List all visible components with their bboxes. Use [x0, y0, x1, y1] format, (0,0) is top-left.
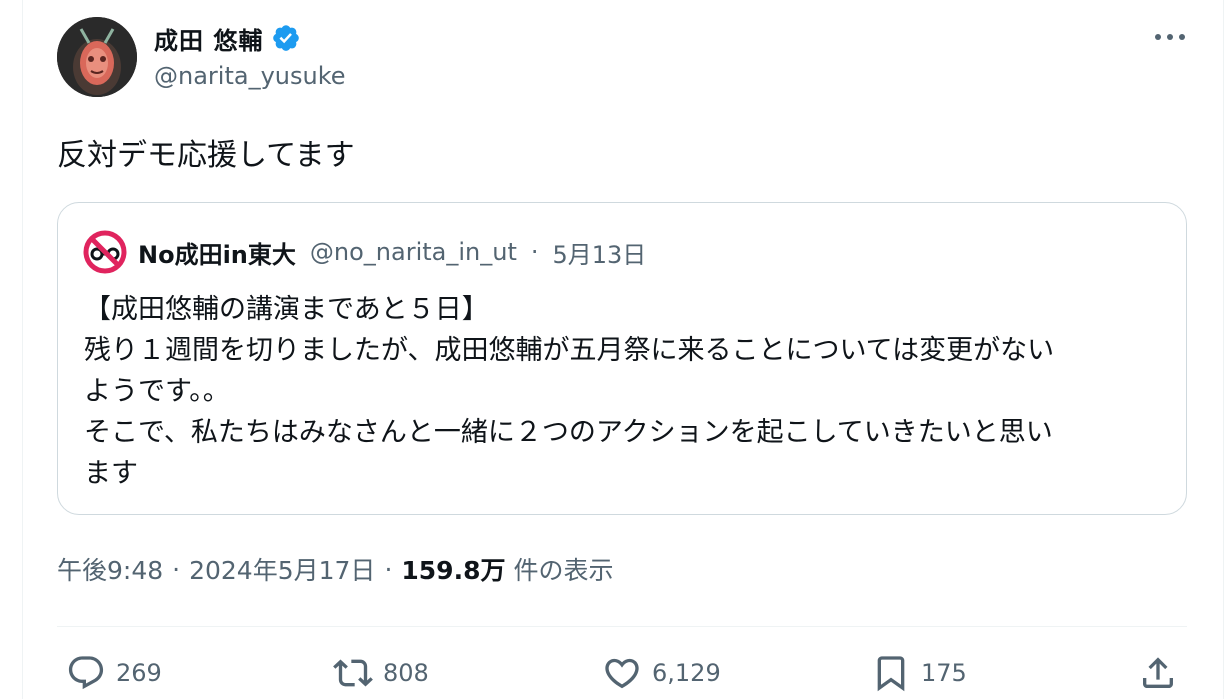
author-handle[interactable]: @narita_yusuke [154, 62, 346, 90]
like-count: 6,129 [652, 659, 721, 687]
retweet-count: 808 [383, 659, 429, 687]
tweet-metadata: 午後9:48 · 2024年5月17日 · 159.8万 件の表示 [57, 551, 613, 587]
reply-count: 269 [116, 659, 162, 687]
more-options-button[interactable] [1140, 20, 1200, 54]
quote-line: 残り１週間を切りましたが、成田悠輔が五月祭に来ることについては変更がない [84, 335, 1055, 366]
post-date[interactable]: 2024年5月17日 [189, 551, 375, 587]
quote-line: ます [84, 458, 138, 489]
avatar-image [57, 17, 137, 97]
share-button[interactable] [1138, 650, 1178, 696]
bookmark-button[interactable]: 175 [871, 650, 967, 696]
author-name[interactable]: 成田 悠輔 [154, 21, 263, 56]
divider [57, 626, 1187, 627]
author-name-row[interactable]: 成田 悠輔 [154, 20, 301, 56]
quote-body: 【成田悠輔の講演まであと５日】 残り１週間を切りましたが、成田悠輔が五月祭に来る… [84, 289, 1174, 494]
share-icon [1143, 657, 1173, 688]
retweet-icon [333, 659, 373, 687]
more-horizontal-icon [1155, 34, 1185, 40]
views-label: 件の表示 [513, 556, 614, 585]
quote-tweet-card[interactable]: No成田in東大 @no_narita_in_ut · 5月13日 【成田悠輔の… [57, 202, 1187, 515]
meta-separator: · [384, 554, 393, 584]
timeline-border-left [22, 0, 23, 699]
reply-button[interactable]: 269 [66, 650, 162, 696]
like-button[interactable]: 6,129 [602, 650, 721, 696]
quote-header: No成田in東大 @no_narita_in_ut · 5月13日 [82, 227, 646, 277]
quote-separator: · [530, 238, 539, 266]
bookmark-icon [877, 656, 905, 692]
quote-date[interactable]: 5月13日 [553, 235, 647, 270]
no-sign-avatar-icon [83, 230, 127, 274]
quote-author-name[interactable]: No成田in東大 [138, 235, 296, 270]
like-heart-icon [605, 658, 639, 689]
quote-avatar[interactable] [82, 229, 128, 275]
post-time[interactable]: 午後9:48 [57, 551, 163, 587]
views-count: 159.8万 [401, 556, 506, 585]
quote-author-handle[interactable]: @no_narita_in_ut [310, 238, 517, 266]
author-avatar[interactable] [57, 17, 137, 97]
retweet-button[interactable]: 808 [333, 650, 429, 696]
tweet-text: 反対デモ応援してます [57, 138, 355, 173]
quote-line: ようです。。 [84, 376, 230, 407]
quote-line: そこで、私たちはみなさんと一緒に２つのアクションを起こしていきたいと思い [84, 417, 1053, 448]
reply-icon [68, 656, 104, 690]
bookmark-count: 175 [921, 659, 967, 687]
verified-badge-icon[interactable] [271, 23, 301, 53]
meta-separator: · [172, 554, 181, 584]
quote-line: 【成田悠輔の講演まであと５日】 [84, 294, 489, 325]
